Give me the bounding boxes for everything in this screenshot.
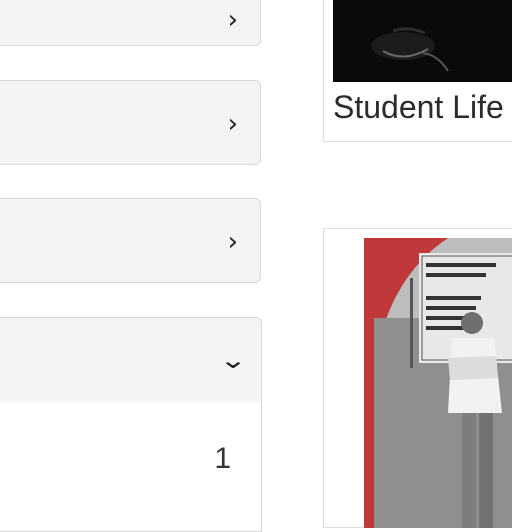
result-card-student-life[interactable]: Student Life: [323, 0, 512, 142]
facet-header[interactable]: ⌄: [0, 318, 261, 402]
student-life-thumbnail[interactable]: [333, 0, 512, 82]
chevron-right-icon: ›: [227, 5, 238, 35]
card-caption[interactable]: Student Life: [333, 89, 504, 126]
chevron-right-icon: ›: [227, 109, 238, 139]
facet-count[interactable]: 1: [214, 442, 231, 476]
campus-sign-photo[interactable]: [364, 238, 512, 528]
facet-panel-1[interactable]: ›: [0, 0, 261, 46]
chevron-right-icon: ›: [227, 227, 238, 257]
thumbnail-image: [333, 0, 512, 82]
result-card-photo[interactable]: [323, 228, 512, 528]
photo-image: [364, 238, 512, 528]
facet-panel-3[interactable]: ›: [0, 198, 261, 283]
chevron-down-icon: ⌄: [218, 346, 248, 374]
facet-panel-expanded: ⌄ 1: [0, 317, 262, 532]
facet-panel-2[interactable]: ›: [0, 80, 261, 165]
